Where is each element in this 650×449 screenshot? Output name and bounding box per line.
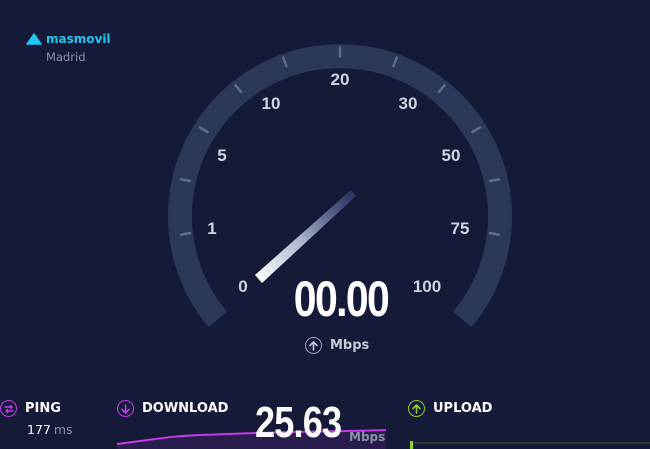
download-unit: Mbps [349, 430, 386, 444]
gauge-tick-label-100: 100 [413, 277, 441, 296]
gauge-tick-label-75: 75 [451, 219, 470, 238]
upload-metric: UPLOAD [408, 400, 492, 417]
speed-unit-label: Mbps [330, 338, 370, 353]
upload-arrow-icon [305, 337, 322, 354]
current-speed-value: 00.00 [293, 271, 390, 327]
gauge-tick-label-1: 1 [207, 219, 216, 238]
gauge-tick-label-20: 20 [331, 70, 350, 89]
results-bar: PING 177 ms DOWNLOAD 25.63 Mbps UPLOAD [0, 396, 650, 449]
speed-unit-row: Mbps [305, 337, 369, 354]
gauge-tick-label-5: 5 [217, 146, 226, 165]
speed-gauge: 0 1 5 10 20 30 50 75 100 [168, 44, 512, 328]
upload-label: UPLOAD [433, 401, 493, 416]
gauge-tick-label-10: 10 [262, 94, 281, 113]
upload-icon [408, 400, 425, 417]
gauge-tick-label-30: 30 [399, 94, 418, 113]
gauge-tick-label-0: 0 [238, 277, 247, 296]
download-value: 25.63 [255, 398, 342, 447]
gauge-tick-label-50: 50 [442, 146, 461, 165]
